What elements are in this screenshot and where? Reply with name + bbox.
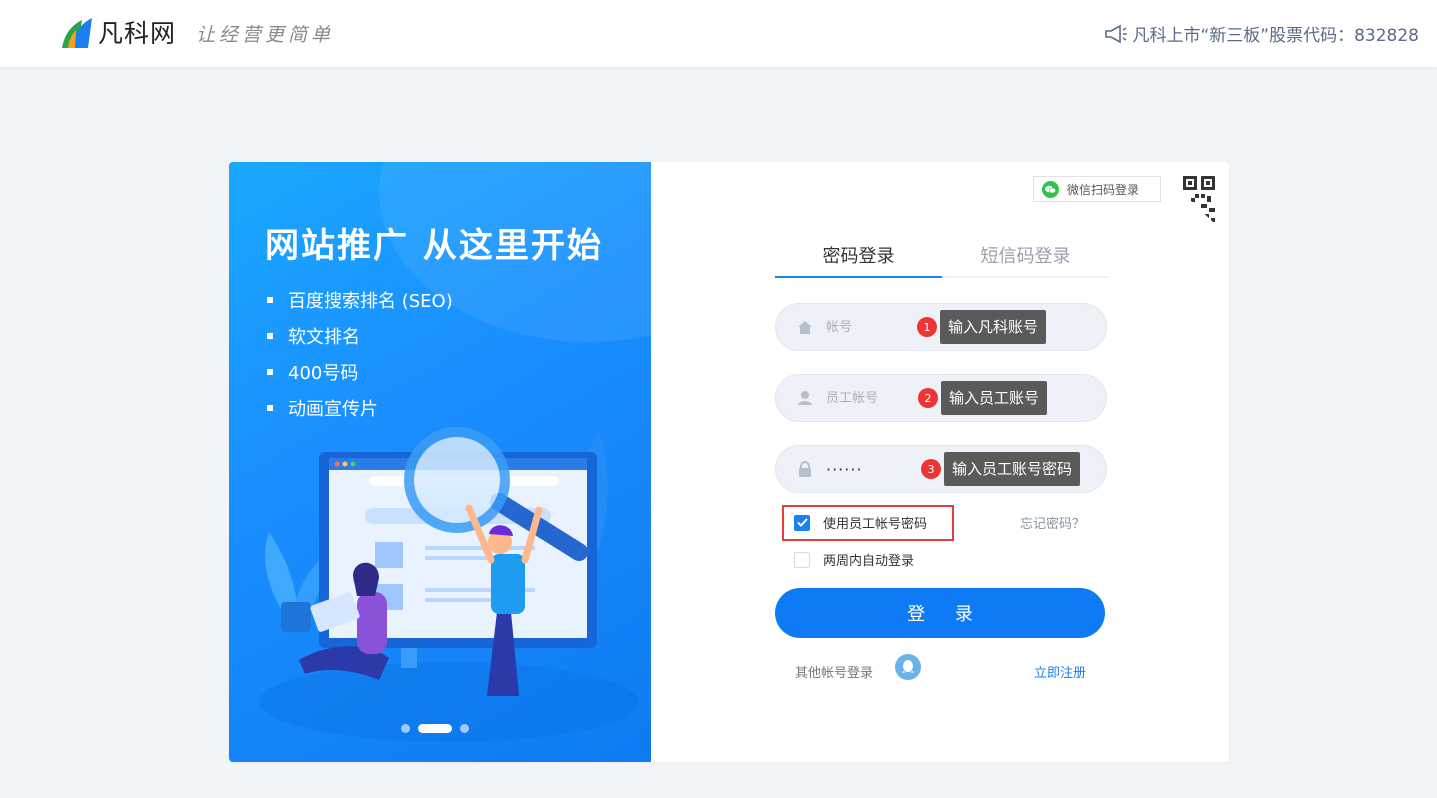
feature-item: 百度搜索排名 (SEO) (267, 282, 453, 318)
user-icon (796, 389, 814, 407)
use-staff-account-option[interactable]: 使用员工帐号密码 (794, 513, 927, 532)
use-staff-account-label: 使用员工帐号密码 (823, 517, 928, 532)
logo-text: 凡科网 (98, 19, 177, 48)
account-tip: 1 输入凡科账号 (917, 310, 1047, 344)
tip-text: 输入员工账号密码 (944, 452, 1081, 486)
register-link[interactable]: 立即注册 (1034, 662, 1086, 681)
wechat-icon (1042, 180, 1059, 198)
carousel-dot[interactable] (401, 724, 410, 733)
account-input[interactable] (826, 319, 926, 335)
auto-login-checkbox[interactable] (794, 551, 810, 568)
logo[interactable]: 凡科网 (58, 14, 176, 50)
tip-number: 2 (918, 388, 938, 408)
tab-sms-login[interactable]: 短信码登录 (942, 240, 1109, 276)
qq-login-icon[interactable] (895, 654, 921, 680)
login-button[interactable]: 登 录 (775, 588, 1105, 638)
tip-number: 1 (917, 317, 937, 337)
tab-password-login[interactable]: 密码登录 (775, 240, 942, 278)
logo-mark-icon (62, 18, 92, 48)
stock-notice[interactable]: 凡科上市“新三板”股票代码：832828 (1104, 21, 1419, 46)
tip-text: 输入员工账号 (941, 381, 1048, 415)
top-header: 凡科网 让经营更简单 凡科上市“新三板”股票代码：832828 (0, 0, 1437, 67)
slogan: 让经营更简单 (196, 24, 335, 46)
megaphone-icon (1105, 24, 1128, 43)
login-tabs: 密码登录 短信码登录 (775, 240, 1109, 278)
lock-icon (796, 460, 814, 478)
staff-account-input[interactable] (826, 390, 926, 406)
login-card: 网站推广 从这里开始 百度搜索排名 (SEO) 软文排名 400号码 动画宣传片 (229, 162, 1229, 762)
tip-number: 3 (921, 459, 941, 479)
carousel-dots (401, 724, 477, 733)
tip-text: 输入凡科账号 (940, 310, 1047, 344)
carousel-dot[interactable] (460, 724, 469, 733)
stock-notice-text: 凡科上市“新三板”股票代码：832828 (1132, 26, 1419, 46)
banner-title: 网站推广 从这里开始 (265, 226, 603, 266)
feature-item: 软文排名 (267, 318, 453, 354)
qr-code-icon[interactable] (1165, 174, 1217, 224)
wechat-login-tag[interactable]: 微信扫码登录 (1033, 176, 1161, 202)
password-input[interactable] (826, 459, 916, 479)
auto-login-option[interactable]: 两周内自动登录 (794, 550, 914, 569)
staff-tip: 2 输入员工账号 (918, 381, 1048, 415)
promo-banner: 网站推广 从这里开始 百度搜索排名 (SEO) 软文排名 400号码 动画宣传片 (229, 162, 651, 762)
wechat-login-label: 微信扫码登录 (1067, 182, 1140, 197)
home-icon (796, 318, 814, 336)
search-illustration (259, 427, 639, 742)
use-staff-account-checkbox[interactable] (794, 514, 810, 531)
forgot-password-link[interactable]: 忘记密码？ (1020, 513, 1085, 532)
carousel-dot-active[interactable] (418, 724, 452, 733)
other-login-label: 其他帐号登录 (795, 666, 874, 681)
password-tip: 3 输入员工账号密码 (921, 452, 1081, 486)
auto-login-label: 两周内自动登录 (823, 554, 915, 569)
